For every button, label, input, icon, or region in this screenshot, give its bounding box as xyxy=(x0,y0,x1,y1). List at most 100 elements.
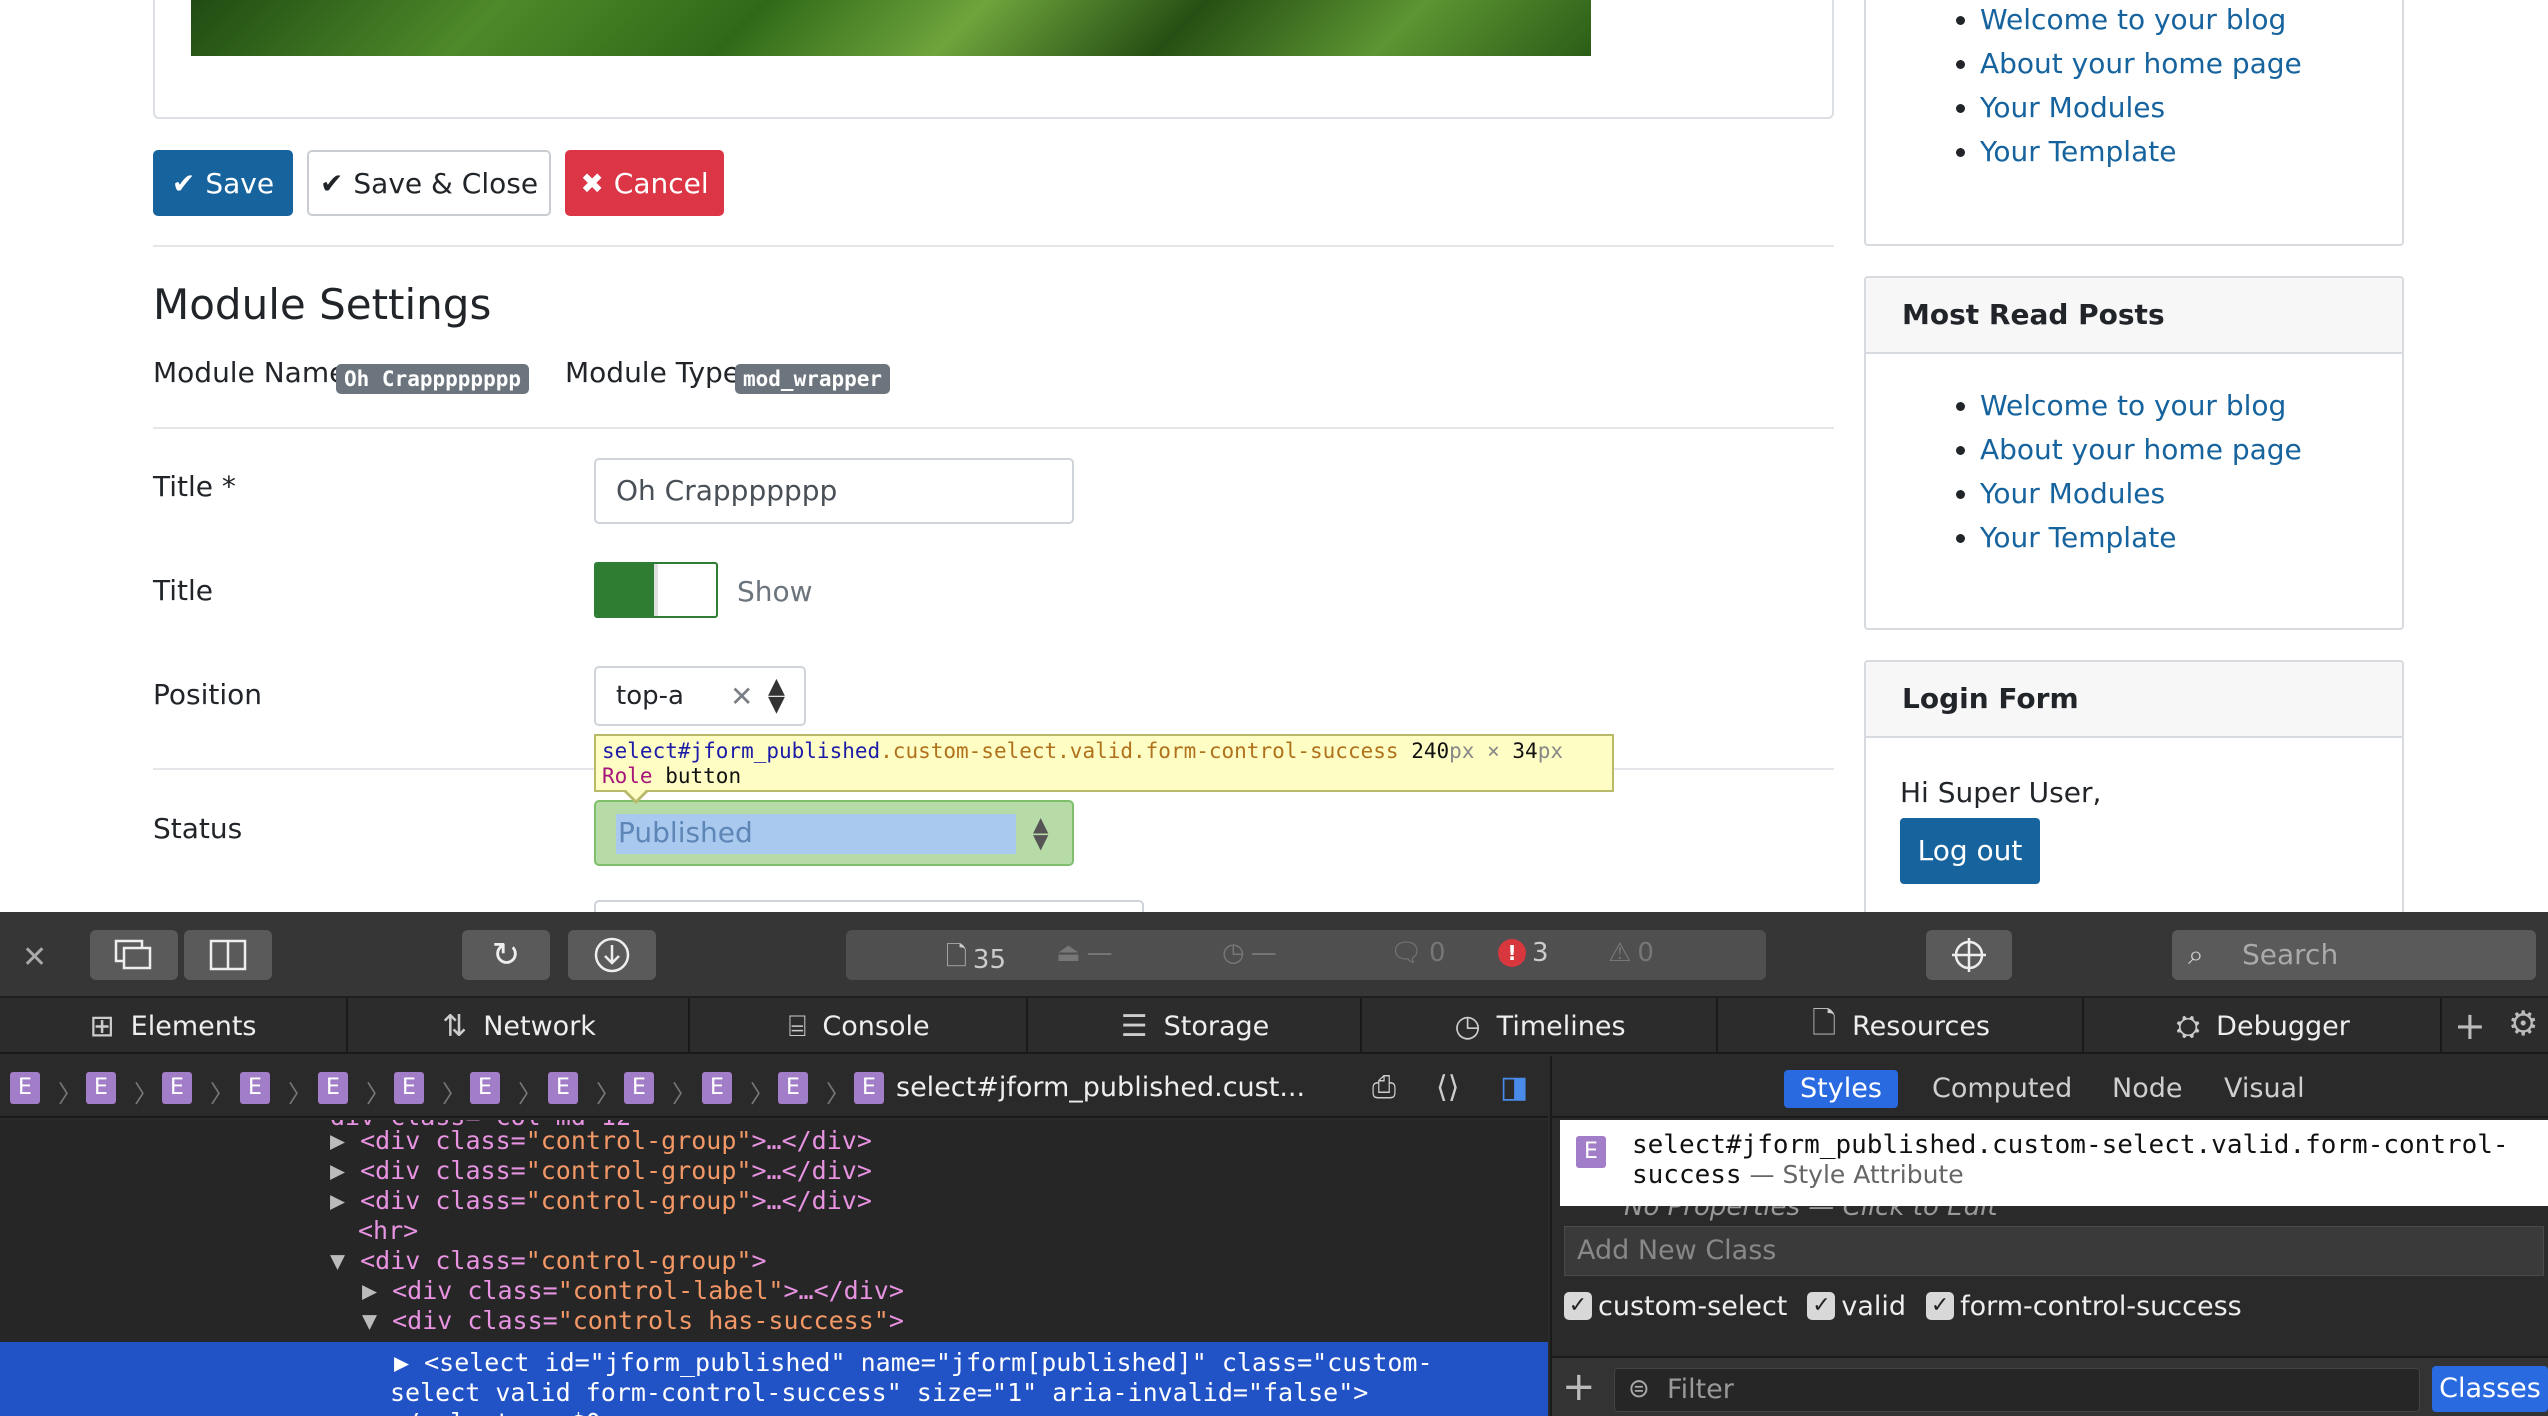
collapse-icon[interactable]: ▼ xyxy=(330,1246,360,1275)
load-time[interactable]: ◷ — xyxy=(1222,938,1277,968)
save-button[interactable]: ✔ Save xyxy=(153,150,293,216)
print-icon[interactable]: ⎙ xyxy=(1372,1070,1396,1105)
tab-computed[interactable]: Computed xyxy=(1916,1070,2088,1108)
element-badge[interactable]: E xyxy=(318,1072,348,1104)
list-item[interactable]: Your Template xyxy=(1980,130,2402,174)
gear-icon[interactable]: ⚙ xyxy=(2508,1004,2538,1044)
errors-count[interactable]: ! 3 xyxy=(1498,938,1549,968)
tab-storage[interactable]: ☰ Storage xyxy=(1030,998,1362,1054)
dom-node[interactable]: ▶ <div class="control-group">…</div> xyxy=(330,1186,872,1216)
element-badge[interactable]: E xyxy=(854,1072,884,1104)
clear-icon[interactable]: ✕ xyxy=(730,680,753,713)
tab-resources[interactable]: 🗋 Resources xyxy=(1720,998,2084,1054)
list-item[interactable]: Welcome to your blog xyxy=(1980,384,2402,428)
logout-button[interactable]: Log out xyxy=(1900,818,2040,884)
style-rule[interactable]: E select#jform_published.custom-select.v… xyxy=(1560,1120,2548,1206)
element-badge[interactable]: E xyxy=(10,1072,40,1104)
weight-value: — xyxy=(1086,938,1113,968)
detach-window-button[interactable] xyxy=(90,930,178,980)
class-toggle-valid[interactable]: ✓ valid xyxy=(1807,1291,1906,1322)
list-item[interactable]: Welcome to your blog xyxy=(1980,0,2402,42)
dom-rest: >…</div> xyxy=(751,1156,872,1185)
cancel-button[interactable]: ✖ Cancel xyxy=(565,150,724,216)
sidebar-tabs: Styles Computed Node Visual xyxy=(1552,1056,2548,1118)
no-properties-row[interactable]: No Properties — Click to Edit xyxy=(1560,1206,2548,1222)
expand-icon[interactable]: ▶ xyxy=(330,1126,360,1155)
messages-count-value: 0 xyxy=(1429,938,1446,968)
next-field[interactable] xyxy=(594,900,1144,912)
classes-button[interactable]: Classes xyxy=(2432,1366,2548,1412)
sidebar-toggle-icon[interactable]: ◨ xyxy=(1500,1070,1528,1105)
class-toggle-custom-select[interactable]: ✓ custom-select xyxy=(1564,1291,1787,1322)
element-badge[interactable]: E xyxy=(86,1072,116,1104)
expand-icon[interactable]: ▶ xyxy=(330,1186,360,1215)
show-title-toggle[interactable] xyxy=(594,562,718,618)
tab-elements[interactable]: ⊞ Elements xyxy=(0,998,348,1054)
element-badge[interactable]: E xyxy=(778,1072,808,1104)
element-badge[interactable]: E xyxy=(162,1072,192,1104)
tab-styles[interactable]: Styles xyxy=(1784,1070,1898,1108)
weight-icon: ⏏ xyxy=(1056,938,1081,968)
list-item[interactable]: Your Modules xyxy=(1980,86,2402,130)
status-select[interactable]: Published ▲ ▼ xyxy=(594,800,1074,866)
message-icon: 🗨 xyxy=(1390,938,1424,968)
close-icon[interactable]: ✕ xyxy=(22,940,47,975)
tab-debugger[interactable]: ⛭ Debugger xyxy=(2086,998,2442,1054)
element-badge[interactable]: E xyxy=(624,1072,654,1104)
filter-input[interactable]: Filter xyxy=(1614,1368,2420,1412)
reload-icon[interactable]: ↻ xyxy=(462,930,550,980)
class-toggles: ✓ custom-select ✓ valid ✓ form-control-succ… xyxy=(1564,1286,2242,1326)
dom-node[interactable]: ▶ <div class="control-group">…</div> xyxy=(330,1156,872,1186)
save-close-button[interactable]: ✔ Save & Close xyxy=(307,150,551,216)
add-rule-icon[interactable]: + xyxy=(1562,1364,1596,1410)
element-badge[interactable]: E xyxy=(548,1072,578,1104)
network-weight[interactable]: ⏏ — xyxy=(1056,938,1113,968)
list-item[interactable]: Your Modules xyxy=(1980,472,2402,516)
messages-count[interactable]: 🗨 0 xyxy=(1390,938,1446,968)
tab-console[interactable]: ⌸ Console xyxy=(692,998,1028,1054)
tooltip-unit: px xyxy=(1449,739,1475,763)
warning-icon: ⚠ xyxy=(1608,938,1632,968)
tab-visual[interactable]: Visual xyxy=(2208,1070,2321,1108)
collapse-icon[interactable]: ▼ xyxy=(362,1306,392,1335)
warnings-count[interactable]: ⚠ 0 xyxy=(1608,938,1654,968)
list-item[interactable]: About your home page xyxy=(1980,428,2402,472)
tooltip-role-value: button xyxy=(665,764,742,788)
styles-filter-bar: + Filter ⊜ Classes xyxy=(1552,1356,2548,1416)
expand-icon[interactable]: ▶ xyxy=(330,1156,360,1185)
dock-side-button[interactable] xyxy=(184,930,272,980)
title-input[interactable]: Oh Crappppppp xyxy=(594,458,1074,524)
dom-node[interactable]: ▼ <div class="controls has-success"> xyxy=(362,1306,904,1336)
selected-dom-node[interactable]: ▶ <select id="jform_published" name="jfo… xyxy=(0,1342,1548,1416)
dom-node[interactable]: ▶ <div class="control-group">…</div> xyxy=(330,1126,872,1156)
position-select[interactable]: top-a ✕ ▲ ▼ xyxy=(594,666,806,726)
errors-count-value: 3 xyxy=(1532,938,1549,968)
element-picker-button[interactable] xyxy=(1926,930,2012,980)
add-tab-icon[interactable]: + xyxy=(2454,1004,2486,1048)
dom-node[interactable]: ▼ <div class="control-group"> xyxy=(330,1246,767,1276)
dom-attr: class= xyxy=(420,1156,526,1185)
dom-node[interactable]: <hr> xyxy=(358,1216,418,1246)
element-badge[interactable]: E xyxy=(702,1072,732,1104)
tab-timelines[interactable]: ◷ Timelines xyxy=(1364,998,1718,1054)
resources-count[interactable]: 🗋 35 xyxy=(946,938,1006,982)
dom-tag: <div xyxy=(392,1276,453,1305)
tab-node[interactable]: Node xyxy=(2096,1070,2198,1108)
dom-node[interactable]: ▶ <div class="control-label">…</div> xyxy=(362,1276,904,1306)
expand-icon[interactable]: ▶ xyxy=(362,1276,392,1305)
element-badge[interactable]: E xyxy=(470,1072,500,1104)
code-format-icon[interactable]: ⟨⟩ xyxy=(1436,1070,1459,1105)
element-badge[interactable]: E xyxy=(240,1072,270,1104)
add-class-input[interactable]: Add New Class xyxy=(1564,1226,2544,1276)
class-toggle-form-control-success[interactable]: ✓ form-control-success xyxy=(1926,1291,2242,1322)
list-item[interactable]: About your home page xyxy=(1980,42,2402,86)
tab-network[interactable]: ⇅ Network xyxy=(350,998,690,1054)
breadcrumb-current[interactable]: select#jform_published.cust... xyxy=(896,1072,1305,1103)
close-icon: ✖ xyxy=(580,166,604,200)
login-form-title: Login Form xyxy=(1866,662,2402,738)
search-input[interactable]: ⌕ Search xyxy=(2172,930,2536,980)
list-item[interactable]: Your Template xyxy=(1980,516,2402,560)
element-badge[interactable]: E xyxy=(394,1072,424,1104)
download-button[interactable] xyxy=(568,930,656,980)
tab-label: Console xyxy=(822,1010,930,1042)
